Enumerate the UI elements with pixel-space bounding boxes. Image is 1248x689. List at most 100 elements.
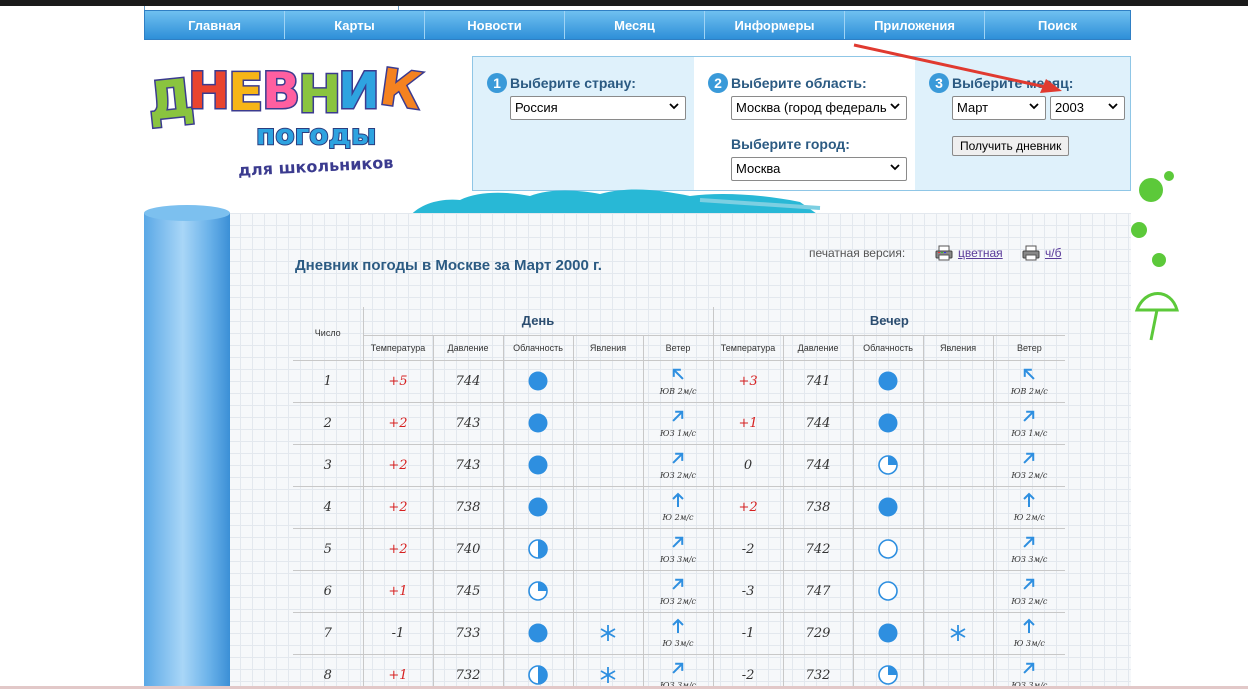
temperature-cell: +3: [712, 359, 784, 403]
cloudiness-cell: [852, 401, 924, 445]
svg-text:К: К: [377, 58, 426, 121]
cloudiness-cell: [852, 611, 924, 655]
cloudiness-cell: [852, 359, 924, 403]
wind-value: ЮЗ 1м/с: [660, 429, 697, 438]
pressure-cell: 743: [432, 443, 504, 487]
nav-item-apps[interactable]: Приложения: [845, 11, 985, 39]
pressure-cell: 741: [782, 359, 854, 403]
phenomena-cell: [572, 485, 644, 529]
wind-arrow-icon: [1021, 492, 1037, 512]
wind-arrow-icon: [670, 534, 686, 554]
cloudiness-cell: [852, 569, 924, 613]
step-2-badge: 2: [708, 73, 728, 93]
print-bw-link[interactable]: ч/б: [1045, 246, 1061, 260]
header-phenomena: Явления: [572, 334, 644, 361]
wind-arrow-icon: [1021, 366, 1037, 386]
cloudiness-cell: [502, 443, 574, 487]
wind-value: ЮЗ 3м/с: [1011, 555, 1048, 564]
wind-arrow-icon: [1021, 450, 1037, 470]
nav-item-maps[interactable]: Карты: [285, 11, 425, 39]
temperature-cell: +2: [712, 485, 784, 529]
svg-text:для школьников: для школьников: [238, 153, 394, 180]
country-column: 1 Выберите страну: Россия: [473, 57, 694, 190]
pressure-cell: 744: [432, 359, 504, 403]
pressure-value: 740: [455, 541, 481, 557]
diary-body: 1 +5 744 ЮВ 2м/с +3 741 ЮВ 2м/с 2 +2 743 ЮЗ 1м/с +1…: [293, 359, 1066, 689]
printer-color-icon[interactable]: [935, 245, 953, 261]
wind-arrow-icon: [670, 618, 686, 638]
pressure-value: 733: [455, 625, 481, 641]
site-logo[interactable]: Д Н Е В Н И К погоды для школьников: [144, 52, 444, 182]
temperature-cell: -1: [712, 611, 784, 655]
temperature-value: +1: [738, 415, 758, 431]
temperature-value: -3: [741, 583, 755, 599]
temperature-cell: +1: [712, 401, 784, 445]
nav-item-search[interactable]: Поиск: [985, 11, 1130, 39]
temperature-value: +2: [388, 415, 408, 431]
country-select[interactable]: Россия: [510, 96, 686, 120]
phenomena-cell: [572, 569, 644, 613]
pressure-value: 742: [805, 541, 831, 557]
print-color-link[interactable]: цветная: [958, 246, 1003, 260]
red-arrow-annotation: [853, 43, 1062, 93]
wind-value: ЮЗ 1м/с: [1011, 429, 1048, 438]
printer-bw-icon[interactable]: [1022, 245, 1040, 261]
header-phenomena: Явления: [922, 334, 994, 361]
cloudiness-cell: [502, 359, 574, 403]
nav-item-month[interactable]: Месяц: [565, 11, 705, 39]
day-number-cell: 4: [293, 485, 364, 529]
wind-value: ЮЗ 3м/с: [660, 555, 697, 564]
phenomena-cell: [922, 359, 994, 403]
city-label: Выберите город:: [731, 136, 850, 152]
wind-arrow-icon: [670, 408, 686, 428]
country-label: Выберите страну:: [510, 75, 636, 91]
phenomena-cell: [572, 527, 644, 571]
svg-text:Н: Н: [188, 62, 230, 120]
header-pressure: Давление: [432, 334, 504, 361]
wind-cell: ЮЗ 1м/с: [642, 401, 714, 445]
cloudiness-cell: [502, 611, 574, 655]
temperature-value: +5: [388, 373, 408, 389]
cloud-cover-full-icon: [854, 412, 923, 434]
temperature-cell: -1: [362, 611, 434, 655]
wind-cell: ЮЗ 3м/с: [992, 653, 1066, 689]
nav-item-news[interactable]: Новости: [425, 11, 565, 39]
pressure-cell: 744: [782, 443, 854, 487]
temperature-value: +2: [388, 499, 408, 515]
header-temperature: Температура: [712, 334, 784, 361]
temperature-cell: -2: [712, 527, 784, 571]
table-row: 3 +2 743 ЮЗ 2м/с 0 744 ЮЗ 2м/с: [293, 443, 1066, 487]
pressure-cell: 732: [432, 653, 504, 689]
cloud-cover-full-icon: [504, 496, 573, 518]
header-temperature: Температура: [362, 334, 434, 361]
city-select[interactable]: Москва: [731, 157, 907, 181]
get-diary-button[interactable]: Получить дневник: [952, 136, 1070, 156]
temperature-value: +1: [388, 583, 408, 599]
pressure-value: 738: [455, 499, 481, 515]
pressure-cell: 733: [432, 611, 504, 655]
wind-value: Ю 3м/с: [1013, 639, 1045, 648]
temperature-cell: +2: [362, 527, 434, 571]
temperature-value: 0: [743, 457, 753, 473]
snow-icon: [574, 624, 643, 642]
table-row: 5 +2 740 ЮЗ 3м/с -2 742 ЮЗ 3м/с: [293, 527, 1066, 571]
green-paint-splash: [1131, 171, 1179, 341]
day-number-cell: 1: [293, 359, 364, 403]
cloud-cover-clear-icon: [854, 538, 923, 560]
cloud-cover-half-icon: [504, 664, 573, 686]
cloud-cover-full-icon: [854, 496, 923, 518]
teal-paint-splash: [410, 189, 821, 216]
wind-arrow-icon: [1021, 618, 1037, 638]
pressure-value: 745: [455, 583, 481, 599]
wind-value: ЮЗ 2м/с: [1011, 597, 1048, 606]
phenomena-cell: [572, 611, 644, 655]
phenomena-cell: [922, 527, 994, 571]
wind-value: Ю 2м/с: [662, 513, 694, 522]
wind-arrow-icon: [1021, 576, 1037, 596]
phenomena-cell: [922, 443, 994, 487]
nav-item-informers[interactable]: Информеры: [705, 11, 845, 39]
header-group-day: День: [362, 307, 714, 336]
header-pressure: Давление: [782, 334, 854, 361]
wind-arrow-icon: [670, 450, 686, 470]
nav-item-home[interactable]: Главная: [145, 11, 285, 39]
